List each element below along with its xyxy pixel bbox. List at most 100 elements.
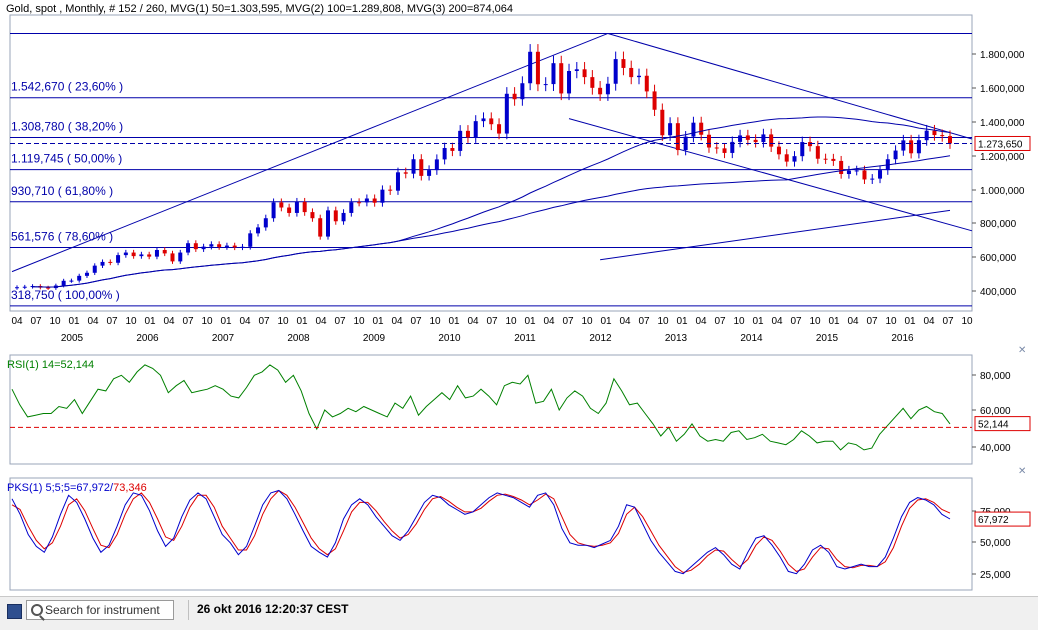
- candle-down: [644, 75, 649, 92]
- panel-title: RSI(1) 14=52,144: [7, 359, 94, 371]
- candle-down: [388, 189, 393, 191]
- candle-up: [92, 265, 97, 273]
- price-tick-label: 1.600,000: [980, 84, 1025, 95]
- candle-up: [473, 121, 478, 138]
- time-axis: 04 07 10 01 04 07 10 01 04 07 10 01 04 07 10 01 04 07 10 01…: [11, 316, 973, 344]
- month-tick-label: 07: [942, 316, 954, 327]
- month-tick-label: 01: [448, 316, 460, 327]
- candle-down: [948, 136, 952, 144]
- month-tick-label: 07: [638, 316, 650, 327]
- candle-up: [924, 130, 929, 141]
- candle-down: [714, 147, 719, 149]
- candle-down: [776, 146, 781, 155]
- candle-up: [458, 130, 463, 151]
- candle-down: [590, 77, 595, 88]
- month-tick-label: 04: [315, 316, 327, 327]
- month-tick-label: 04: [923, 316, 935, 327]
- stochastic-panel[interactable]: [9, 477, 973, 591]
- candle-up: [668, 123, 673, 136]
- year-tick-label: 2013: [665, 333, 688, 344]
- candle-up: [792, 156, 797, 162]
- month-tick-label: 01: [904, 316, 916, 327]
- candle-down: [108, 261, 113, 263]
- candle-down: [699, 122, 704, 135]
- candle-down: [652, 91, 657, 110]
- candle-up: [77, 275, 82, 281]
- candle-down: [535, 51, 540, 85]
- month-tick-label: 04: [11, 316, 23, 327]
- candle-up: [551, 63, 556, 85]
- month-tick-label: 01: [220, 316, 232, 327]
- month-tick-label: 01: [372, 316, 384, 327]
- candle-up: [380, 189, 385, 203]
- candle-down: [193, 243, 198, 250]
- month-tick-label: 07: [486, 316, 498, 327]
- month-tick-label: 04: [391, 316, 403, 327]
- month-tick-label: 07: [714, 316, 726, 327]
- candle-up: [543, 84, 548, 86]
- fib-label: 1.308,780 ( 38,20% ): [11, 120, 123, 134]
- month-tick-label: 01: [600, 316, 612, 327]
- month-tick-label: 10: [581, 316, 593, 327]
- stochastic-close-icon[interactable]: ✕: [1018, 466, 1026, 477]
- candle-down: [706, 134, 711, 148]
- candle-up: [100, 261, 105, 266]
- candle-down: [489, 118, 494, 125]
- price-panel[interactable]: [9, 14, 973, 312]
- month-tick-label: 04: [543, 316, 555, 327]
- rsi-panel[interactable]: [9, 354, 973, 465]
- candle-up: [605, 83, 610, 95]
- candle-down: [318, 218, 323, 237]
- candle-down: [465, 130, 470, 138]
- month-tick-label: 07: [866, 316, 878, 327]
- month-tick-label: 04: [847, 316, 859, 327]
- candle-up: [61, 280, 66, 286]
- candle-up: [870, 178, 875, 180]
- candle-down: [372, 198, 377, 203]
- candle-up: [22, 286, 27, 288]
- candle-up: [504, 93, 509, 134]
- price-tick-label: 1.400,000: [980, 118, 1025, 129]
- search-input[interactable]: [45, 602, 171, 618]
- datetime-display: 26 okt 2016 12:20:37 CEST: [197, 602, 349, 616]
- price-tick-label: 1.200,000: [980, 152, 1025, 163]
- month-tick-label: 10: [733, 316, 745, 327]
- chart-window: Gold, spot , Monthly, # 152 / 260, MVG(1…: [0, 0, 1038, 630]
- month-tick-label: 07: [334, 316, 346, 327]
- candle-down: [279, 202, 284, 208]
- status-bar: 26 okt 2016 12:20:37 CEST: [0, 596, 1038, 630]
- candle-down: [831, 158, 836, 161]
- candle-up: [240, 246, 245, 248]
- candle-up: [854, 170, 859, 172]
- candle-up: [364, 198, 369, 203]
- candle-down: [232, 245, 237, 248]
- rsi-close-icon[interactable]: ✕: [1018, 345, 1026, 356]
- year-tick-label: 2006: [136, 333, 159, 344]
- month-tick-label: 07: [182, 316, 194, 327]
- month-tick-label: 10: [353, 316, 365, 327]
- candle-down: [909, 140, 914, 154]
- candle-up: [224, 245, 229, 247]
- month-tick-label: 04: [163, 316, 175, 327]
- app-menu-icon[interactable]: [7, 604, 22, 619]
- candle-up: [263, 218, 268, 228]
- candle-up: [15, 287, 19, 289]
- year-tick-label: 2016: [891, 333, 914, 344]
- search-box[interactable]: [26, 600, 174, 620]
- candle-up: [878, 170, 883, 179]
- month-tick-label: 01: [752, 316, 764, 327]
- candle-down: [815, 146, 820, 159]
- year-tick-label: 2008: [287, 333, 310, 344]
- candle-down: [46, 287, 51, 289]
- month-tick-label: 10: [49, 316, 61, 327]
- candle-up: [209, 244, 214, 247]
- price-tick-label: 1.800,000: [980, 50, 1025, 61]
- price-tick-label: 400,000: [980, 287, 1017, 298]
- candle-up: [411, 159, 416, 174]
- candle-up: [901, 140, 906, 151]
- candle-up: [201, 246, 206, 250]
- candle-down: [403, 172, 408, 174]
- candle-up: [893, 150, 898, 160]
- month-tick-label: 04: [87, 316, 99, 327]
- candle-down: [512, 93, 517, 100]
